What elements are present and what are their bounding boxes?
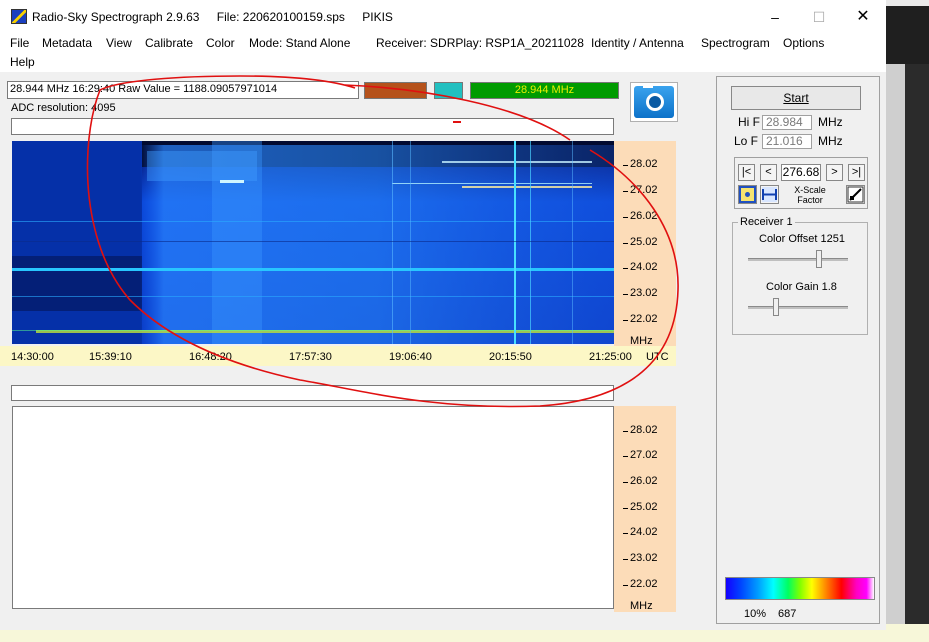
screenshot-button[interactable] [630, 82, 678, 122]
color-gain-slider[interactable] [773, 298, 780, 316]
adc-resolution-label: ADC resolution: 4095 [11, 102, 116, 114]
time-tick: 15:39:10 [89, 351, 132, 363]
freq-tick: 22.02 [623, 578, 658, 590]
freq-tick: 22.02 [623, 313, 658, 325]
file-name: File: 220620100159.sps [216, 10, 345, 24]
color-offset-track[interactable] [748, 258, 848, 261]
freq-tick: 28.02 [623, 158, 658, 170]
menu-bar: File Metadata View Calibrate Color Mode:… [0, 32, 886, 72]
window-title: Radio-Sky Spectrograph 2.9.63 File: 2206… [32, 10, 407, 24]
x-scale-label: X-Scale Factor [794, 185, 826, 205]
cursor-readout-field: 28.944 MHz 16:29:40 Raw Value = 1188.090… [7, 81, 359, 99]
frequency-display: 28.944 MHz [470, 82, 619, 99]
app-window: Radio-Sky Spectrograph 2.9.63 File: 2206… [0, 0, 886, 630]
menu-help[interactable]: Help [10, 55, 35, 69]
menu-options[interactable]: Options [783, 36, 824, 50]
grid-icon [739, 186, 756, 203]
site-name: PIKIS [362, 10, 393, 24]
first-page-button[interactable]: |< [738, 164, 755, 181]
menu-file[interactable]: File [10, 36, 29, 50]
title-bar: Radio-Sky Spectrograph 2.9.63 File: 2206… [0, 0, 886, 32]
time-tick: 14:30:00 [11, 351, 54, 363]
frequency-axis-lower: 28.02 27.02 26.02 25.02 24.02 23.02 22.0… [614, 406, 676, 612]
color-scale-value: 687 [778, 608, 797, 620]
app-title: Radio-Sky Spectrograph 2.9.63 [32, 10, 200, 24]
start-button[interactable]: Start [731, 86, 861, 110]
receiver-group-title: Receiver 1 [738, 216, 795, 228]
x-scale-value[interactable]: 276.68 [781, 164, 821, 181]
time-tick: 16:48:20 [189, 351, 232, 363]
freq-tick: 26.02 [623, 475, 658, 487]
maximize-button[interactable]: ☐ [804, 6, 834, 28]
grid-toggle-button[interactable] [738, 185, 757, 204]
menu-view[interactable]: View [106, 36, 132, 50]
time-axis: 14:30:00 15:39:10 16:48:20 17:57:30 19:0… [0, 346, 676, 366]
freq-tick: 26.02 [623, 210, 658, 222]
chart-tool-icon [847, 186, 864, 203]
menu-calibrate[interactable]: Calibrate [145, 36, 193, 50]
freq-tick: 25.02 [623, 501, 658, 513]
next-page-button[interactable]: > [826, 164, 843, 181]
time-tick: 20:15:50 [489, 351, 532, 363]
lo-f-unit: MHz [818, 134, 843, 148]
menu-mode[interactable]: Mode: Stand Alone [249, 36, 350, 50]
freq-tick: 24.02 [623, 261, 658, 273]
lo-f-field[interactable]: 21.016 [762, 134, 812, 149]
menu-metadata[interactable]: Metadata [42, 36, 92, 50]
prev-page-button[interactable]: < [760, 164, 777, 181]
close-button[interactable]: ✕ [848, 6, 878, 28]
color-scale-percent: 10% [744, 608, 767, 620]
freq-tick: 27.02 [623, 184, 658, 196]
menu-spectrogram[interactable]: Spectrogram [701, 36, 770, 50]
time-tick: 17:57:30 [289, 351, 332, 363]
freq-tick: 24.02 [623, 526, 658, 538]
background-dark-edge [905, 64, 929, 642]
fit-width-button[interactable] [760, 185, 779, 204]
freq-tick: 23.02 [623, 287, 658, 299]
hi-f-label: Hi F [738, 115, 760, 129]
freq-tick: 28.02 [623, 424, 658, 436]
color-offset-slider[interactable] [815, 250, 822, 268]
freq-tick: 25.02 [623, 236, 658, 248]
time-tick: 19:06:40 [389, 351, 432, 363]
lower-plot-area[interactable] [12, 406, 614, 609]
fit-width-icon [762, 187, 777, 202]
camera-icon [634, 84, 674, 118]
color-swatch-cyan [434, 82, 463, 99]
menu-receiver[interactable]: Receiver: SDRPlay: RSP1A_20211028 [376, 36, 584, 50]
menu-identity-antenna[interactable]: Identity / Antenna [591, 36, 684, 50]
color-swatch-orange [364, 82, 427, 99]
menu-color[interactable]: Color [206, 36, 235, 50]
upper-trace-bar [11, 118, 614, 135]
hi-f-unit: MHz [818, 115, 843, 129]
color-gain-track[interactable] [748, 306, 848, 309]
freq-unit-label: MHz [630, 600, 653, 612]
spectrogram-plot[interactable] [12, 141, 614, 344]
color-scale-bar [725, 577, 875, 600]
minimize-button[interactable]: – [760, 6, 790, 28]
chart-tool-button[interactable] [846, 185, 865, 204]
color-gain-label: Color Gain 1.8 [766, 281, 837, 293]
freq-tick: 23.02 [623, 552, 658, 564]
spectrogram-image [12, 141, 614, 344]
time-unit-label: UTC [646, 351, 669, 363]
app-logo-icon [11, 9, 27, 24]
time-tick: 21:25:00 [589, 351, 632, 363]
frequency-axis-upper: 28.02 27.02 26.02 25.02 24.02 23.02 22.0… [614, 141, 676, 347]
hi-f-field[interactable]: 28.984 [762, 115, 812, 130]
last-page-button[interactable]: >| [848, 164, 865, 181]
freq-tick: 27.02 [623, 449, 658, 461]
lower-trace-bar [11, 385, 614, 401]
lo-f-label: Lo F [734, 134, 759, 148]
color-offset-label: Color Offset 1251 [759, 233, 846, 245]
